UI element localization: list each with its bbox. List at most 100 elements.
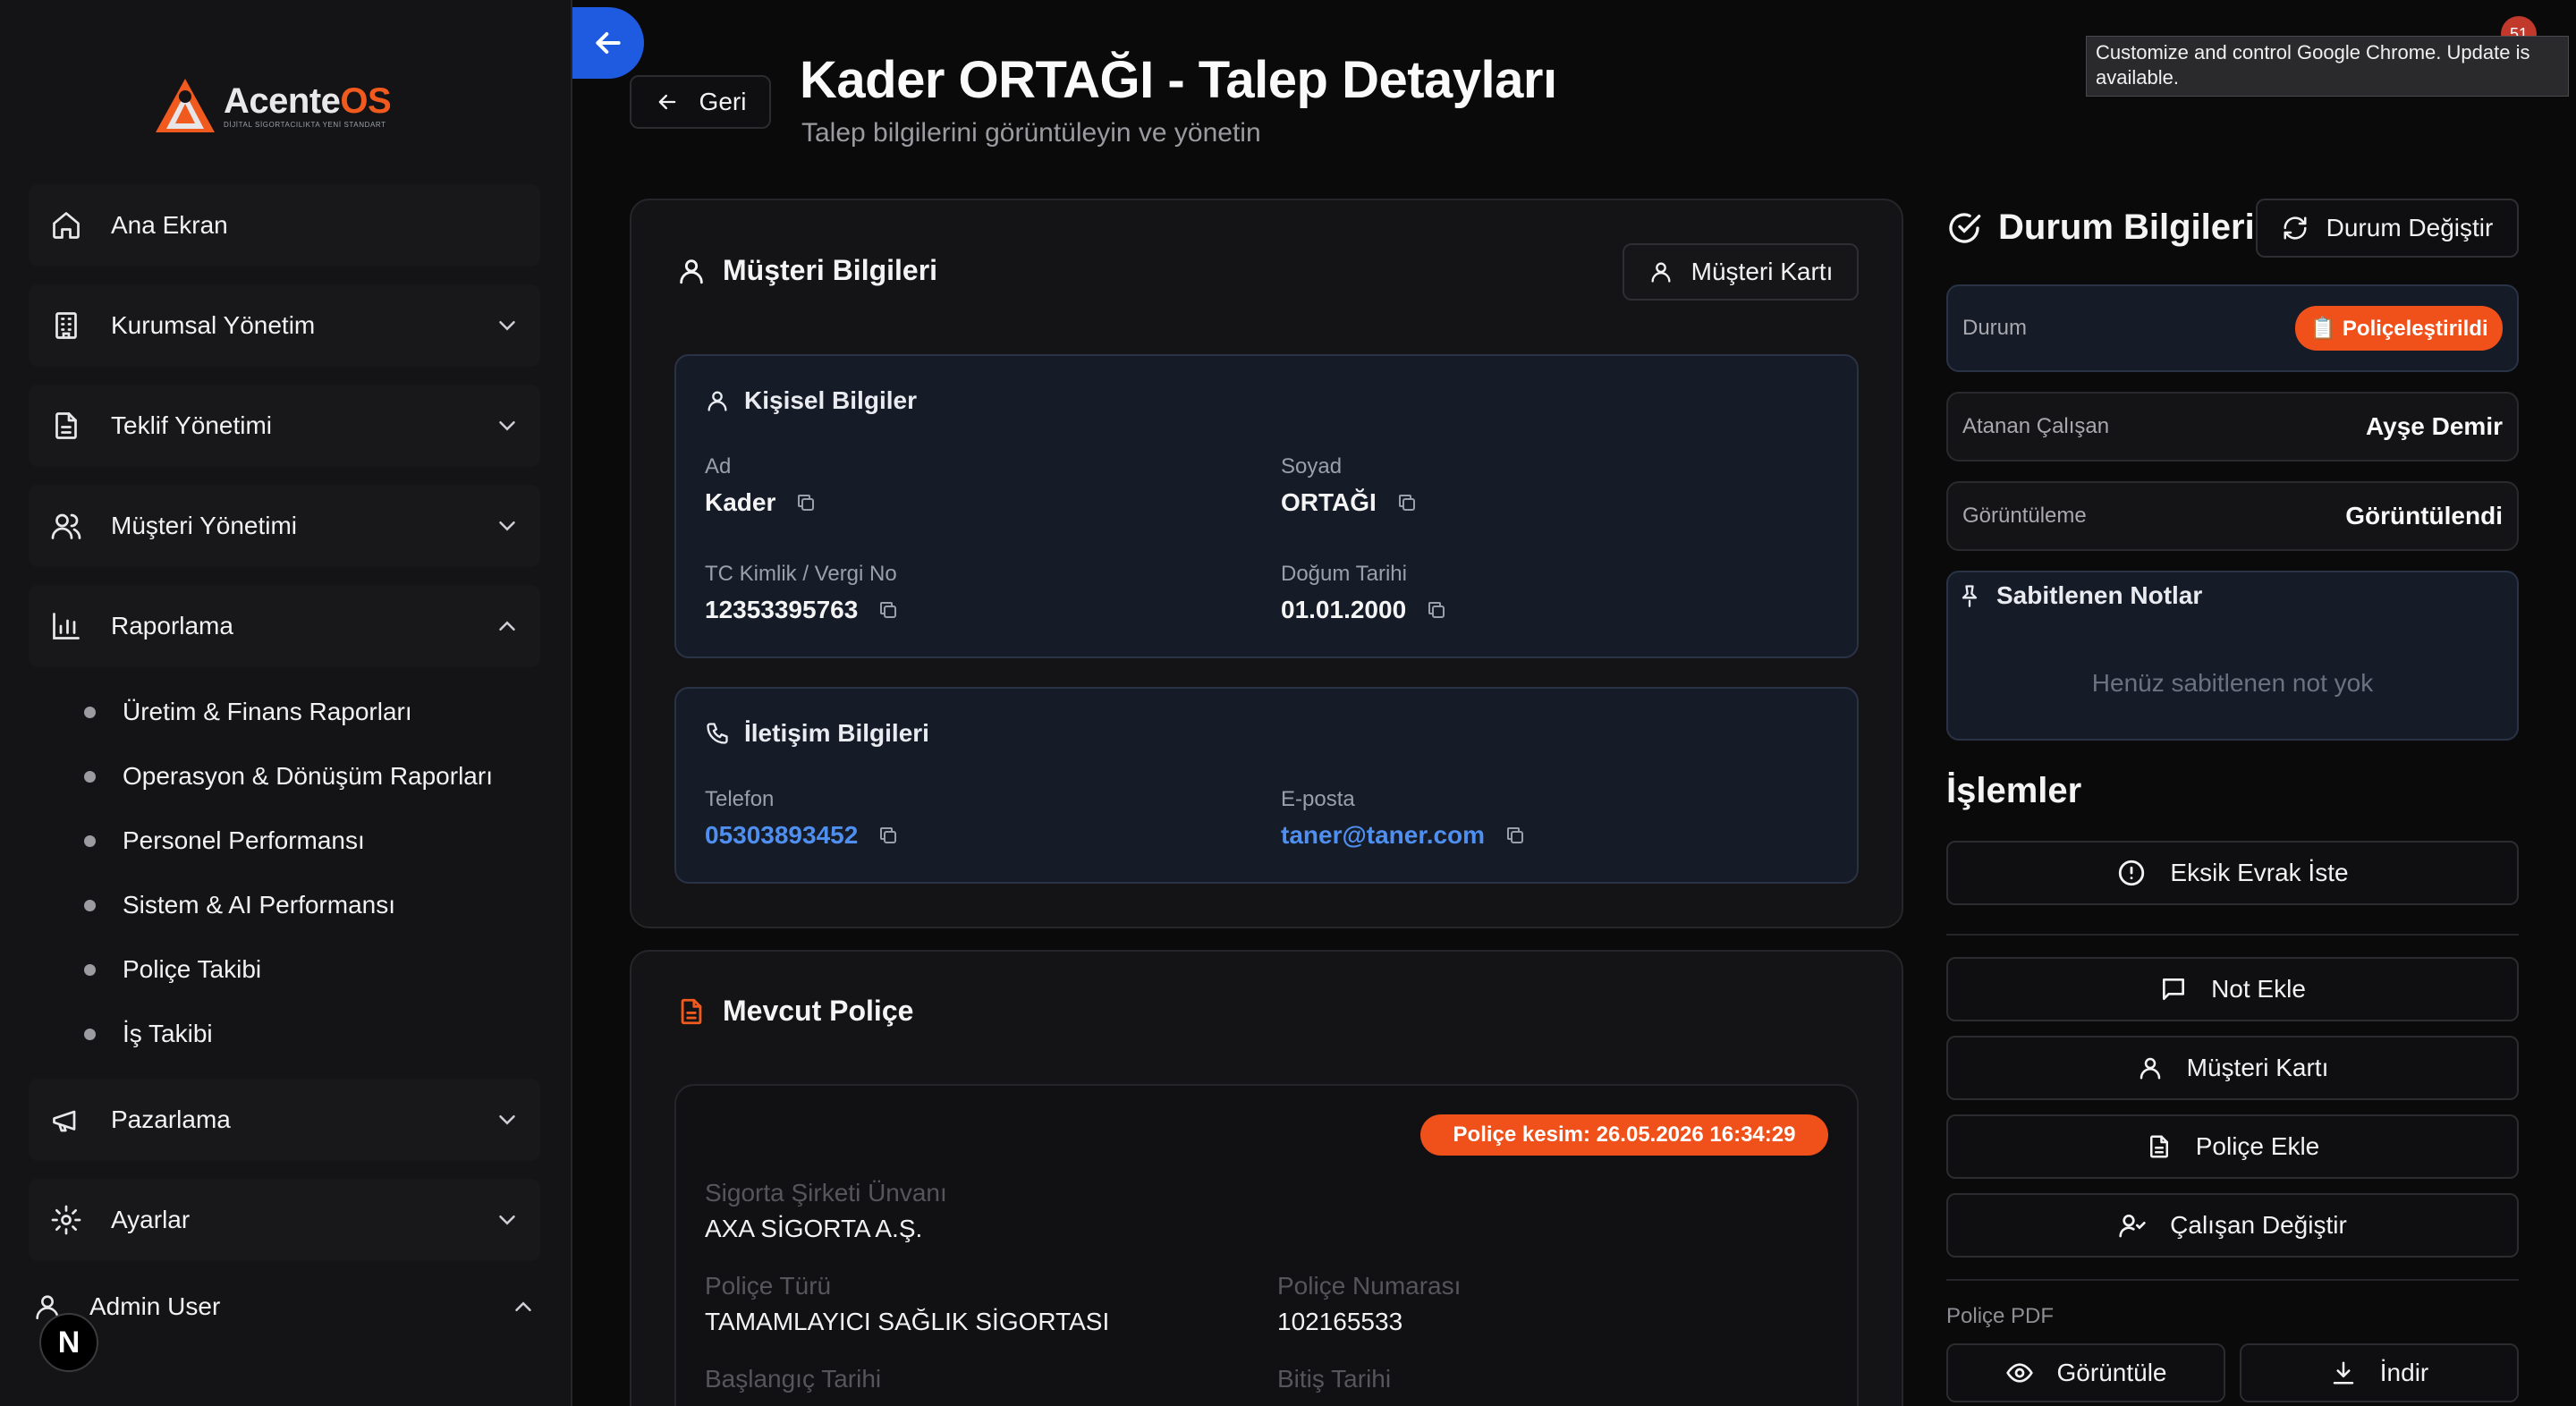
copy-icon[interactable] [1504, 825, 1526, 846]
email-label: E-posta [1281, 787, 1355, 811]
insurer-value: AXA SİGORTA A.Ş. [705, 1215, 923, 1242]
status-label: Durum [1962, 316, 2028, 340]
customer-card-action-button[interactable]: Müşteri Kartı [1946, 1036, 2519, 1100]
sidebar-item-settings[interactable]: Ayarlar [29, 1179, 540, 1261]
change-status-button[interactable]: Durum Değiştir [2256, 199, 2519, 258]
home-icon [48, 208, 84, 243]
assignee-row: Atanan Çalışan Ayşe Demir [1946, 392, 2519, 462]
customer-info-title: Müşteri Bilgileri [676, 254, 937, 287]
assignee-label: Atanan Çalışan [1962, 414, 2110, 438]
file-text-icon [681, 998, 702, 1024]
download-pdf-button[interactable]: İndir [2240, 1343, 2519, 1402]
sidebar-item-offers[interactable]: Teklif Yönetimi [29, 385, 540, 467]
contact-info-panel [674, 687, 1859, 884]
request-missing-docs-button[interactable]: Eksik Evrak İste [1946, 841, 2519, 905]
birth-date-label: Doğum Tarihi [1281, 562, 1407, 586]
sidebar-item-reports[interactable]: Raporlama [29, 585, 540, 667]
last-name-value: ORTAĞI [1281, 488, 1418, 517]
view-value: Görüntülendi [2345, 502, 2503, 529]
button-label: Durum Değiştir [2326, 214, 2494, 241]
start-date-label: Başlangıç Tarihi [705, 1365, 882, 1393]
panel-title-text: İletişim Bilgileri [744, 719, 929, 747]
sidebar-subitem-personnel[interactable]: Personel Performansı [84, 818, 365, 863]
copy-icon[interactable] [1426, 599, 1447, 621]
user-icon [2140, 1057, 2160, 1080]
sidebar-subitem-policy-tracking[interactable]: Poliçe Takibi [84, 947, 261, 992]
sidebar: AcenteOS DİJİTAL SİGORTACILIKTA YENİ STA… [0, 0, 572, 1406]
sidebar-item-label: Ana Ekran [111, 211, 228, 239]
add-note-button[interactable]: Not Ekle [1946, 957, 2519, 1021]
chevron-down-icon [499, 521, 515, 531]
building-icon [48, 308, 84, 343]
button-label: Müşteri Kartı [2186, 1054, 2329, 1081]
id-number-value: 12353395763 [705, 596, 899, 624]
subitem-label: İş Takibi [123, 1020, 213, 1047]
end-date-label: Bitiş Tarihi [1277, 1365, 1392, 1393]
eye-icon [2005, 1363, 2033, 1383]
nextjs-dev-badge[interactable]: N [39, 1313, 98, 1372]
logo-mark-icon [156, 79, 215, 132]
section-title-text: Durum Bilgileri [1998, 208, 2255, 247]
copy-icon[interactable] [877, 825, 899, 846]
value-text: Kader [705, 488, 776, 516]
sidebar-subitem-operations[interactable]: Operasyon & Dönüşüm Raporları [84, 754, 493, 799]
back-button[interactable]: Geri [630, 75, 771, 129]
id-number-label: TC Kimlik / Vergi No [705, 562, 897, 586]
copy-icon[interactable] [877, 599, 899, 621]
button-label: Müşteri Kartı [1690, 258, 1834, 285]
value-text: ORTAĞI [1281, 488, 1377, 516]
phone-icon [707, 723, 728, 744]
sidebar-item-home[interactable]: Ana Ekran [29, 184, 540, 267]
phone-link[interactable]: 05303893452 [705, 821, 858, 850]
chevron-down-icon [499, 421, 515, 431]
sidebar-item-marketing[interactable]: Pazarlama [29, 1079, 540, 1161]
copy-icon[interactable] [1396, 492, 1418, 513]
chevron-up-icon [499, 621, 515, 631]
view-pdf-button[interactable]: Görüntüle [1946, 1343, 2225, 1402]
add-policy-button[interactable]: Poliçe Ekle [1946, 1114, 2519, 1179]
acenteos-logo[interactable]: AcenteOS DİJİTAL SİGORTACILIKTA YENİ STA… [154, 77, 392, 134]
chevron-up-icon [515, 1301, 531, 1311]
sidebar-subitem-job-tracking[interactable]: İş Takibi [84, 1012, 213, 1056]
policy-issued-badge: Poliçe kesim: 26.05.2026 16:34:29 [1420, 1114, 1828, 1156]
email-link[interactable]: taner@taner.com [1281, 821, 1485, 850]
view-label: Görüntüleme [1962, 504, 2087, 528]
customer-card-button[interactable]: Müşteri Kartı [1623, 243, 1859, 301]
button-label: İndir [2379, 1359, 2429, 1386]
copy-icon[interactable] [795, 492, 817, 513]
view-status-row: Görüntüleme Görüntülendi [1946, 481, 2519, 551]
chevron-down-icon [499, 1215, 515, 1225]
subitem-label: Personel Performansı [123, 826, 365, 854]
chevron-down-icon [499, 1115, 515, 1125]
sidebar-subitem-system-ai[interactable]: Sistem & AI Performansı [84, 883, 395, 927]
policy-type-value: TAMAMLAYICI SAĞLIK SİGORTASI [705, 1308, 1110, 1335]
arrow-left-icon [596, 32, 621, 54]
users-icon [48, 508, 84, 544]
sidebar-item-corporate[interactable]: Kurumsal Yönetim [29, 284, 540, 367]
chevron-down-icon [499, 321, 515, 331]
sidebar-item-label: Pazarlama [111, 1105, 231, 1133]
panel-title-text: Kişisel Bilgiler [744, 386, 917, 414]
bullet-dot [84, 706, 96, 718]
birth-date-value: 01.01.2000 [1281, 596, 1447, 624]
first-name-value: Kader [705, 488, 817, 517]
download-icon [2333, 1361, 2354, 1385]
user-menu[interactable]: Admin User [29, 1284, 540, 1329]
panel-title-text: Sabitlenen Notlar [1996, 581, 2203, 609]
page-subtitle: Talep bilgilerini görüntüleyin ve yöneti… [801, 118, 1261, 148]
value-text: 12353395763 [705, 596, 859, 623]
section-title-text: Mevcut Poliçe [723, 995, 914, 1027]
phone-value: 05303893452 [705, 821, 899, 850]
subitem-label: Operasyon & Dönüşüm Raporları [123, 762, 493, 790]
user-cog-icon [2119, 1215, 2146, 1238]
sidebar-subitem-production-finance[interactable]: Üretim & Finans Raporları [84, 690, 412, 734]
pinned-notes-empty: Henüz sabitlenen not yok [2091, 669, 2374, 697]
policy-type-label: Poliçe Türü [705, 1272, 832, 1300]
check-circle-icon [1949, 212, 1981, 243]
sidebar-item-customers[interactable]: Müşteri Yönetimi [29, 485, 540, 567]
chrome-update-tooltip: Customize and control Google Chrome. Upd… [2086, 36, 2569, 97]
status-row: Durum 📋 Poliçeleştirildi [1946, 284, 2519, 372]
change-employee-button[interactable]: Çalışan Değiştir [1946, 1193, 2519, 1258]
sidebar-item-label: Teklif Yönetimi [111, 411, 273, 439]
sidebar-toggle-button[interactable] [572, 7, 644, 79]
